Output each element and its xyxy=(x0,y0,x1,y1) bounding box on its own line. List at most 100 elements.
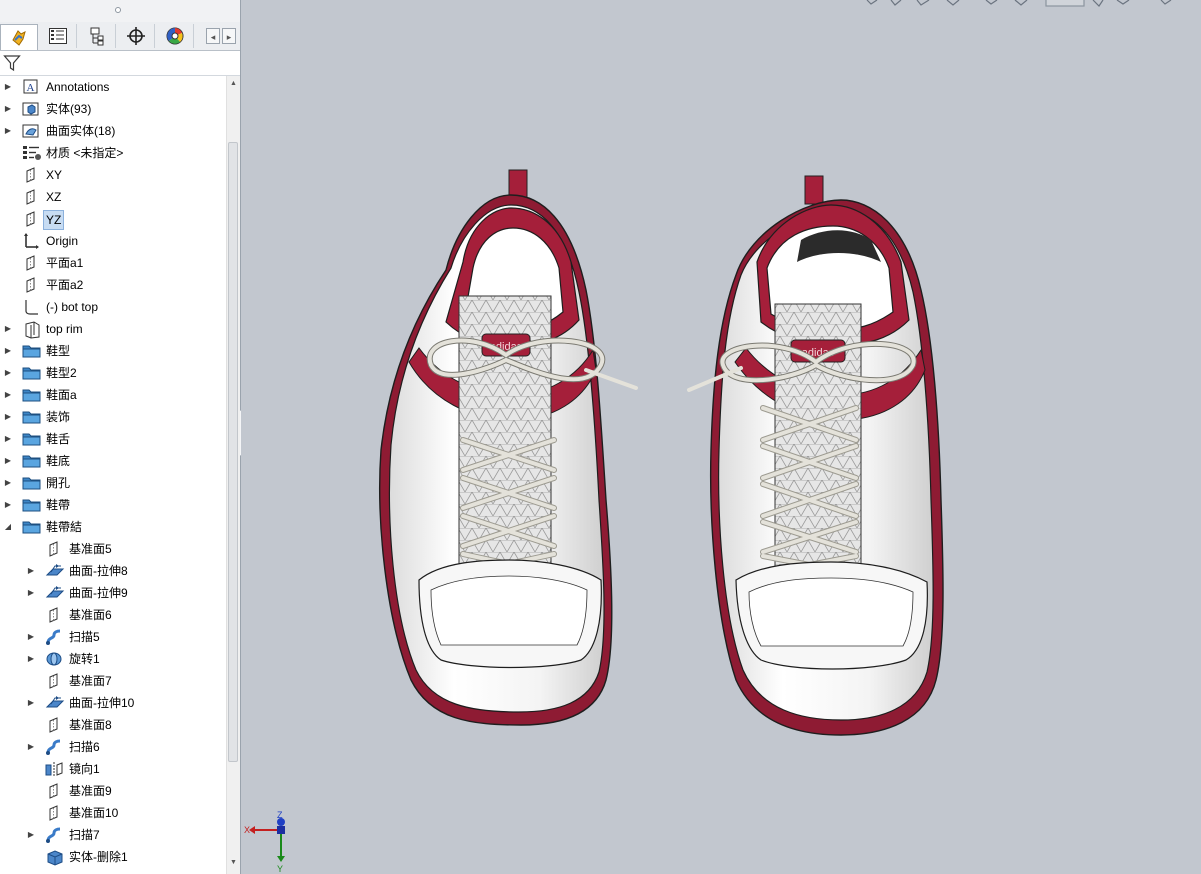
scrollbar-thumb[interactable] xyxy=(228,142,238,762)
scroll-down-arrow-icon[interactable]: ▼ xyxy=(229,859,238,869)
right-shoe[interactable]: adidas xyxy=(687,175,944,736)
left-shoe[interactable]: adidas xyxy=(379,169,638,726)
tree-item[interactable]: ▶ 曲面-拉伸10 xyxy=(0,692,226,714)
tree-item-label: 材质 <未指定> xyxy=(46,146,124,160)
tree-item[interactable]: 平面a1 xyxy=(0,252,226,274)
tab-dimxpert-manager[interactable] xyxy=(117,24,155,48)
left-heel-tab xyxy=(508,169,528,199)
folder-icon xyxy=(22,409,41,425)
tree-item[interactable]: Origin xyxy=(0,230,226,252)
collapsed-arrow-icon[interactable]: ▶ xyxy=(3,340,13,362)
tree-item[interactable]: 基准面7 xyxy=(0,670,226,692)
collapsed-arrow-icon[interactable]: ▶ xyxy=(26,692,36,714)
tree-item[interactable]: ▶ 扫描5 xyxy=(0,626,226,648)
tree-item[interactable]: ▶ 旋转1 xyxy=(0,648,226,670)
tree-item[interactable]: ▶ 鞋底 xyxy=(0,450,226,472)
collapsed-arrow-icon[interactable]: ▶ xyxy=(3,428,13,450)
collapsed-arrow-icon[interactable]: ▶ xyxy=(26,560,36,582)
tree-item-label: XZ xyxy=(46,190,62,204)
plane-icon xyxy=(45,541,63,557)
tree-item[interactable]: ▶ 扫描6 xyxy=(0,736,226,758)
tree-item[interactable]: ▶ 開孔 xyxy=(0,472,226,494)
collapsed-arrow-icon[interactable]: ▶ xyxy=(3,494,13,516)
tree-scrollbar[interactable]: ▲ ▼ xyxy=(226,76,240,874)
tree-item[interactable]: ▶ 装饰 xyxy=(0,406,226,428)
tree-item[interactable]: ▶ 鞋舌 xyxy=(0,428,226,450)
tree-item[interactable]: 基准面10 xyxy=(0,802,226,824)
expanded-arrow-icon[interactable]: ◢ xyxy=(3,516,13,538)
collapsed-arrow-icon[interactable]: ▶ xyxy=(3,384,13,406)
origin-icon xyxy=(22,233,40,249)
tree-item[interactable]: 基准面8 xyxy=(0,714,226,736)
tab-property-manager[interactable] xyxy=(39,24,77,48)
tree-item[interactable]: (-) bot top xyxy=(0,296,226,318)
tree-item[interactable]: ▶ 鞋帶 xyxy=(0,494,226,516)
tree-item[interactable]: 基准面9 xyxy=(0,780,226,802)
tree-item[interactable]: 基准面5 xyxy=(0,538,226,560)
tree-item[interactable]: ▶ 鞋面a xyxy=(0,384,226,406)
tab-feature-manager[interactable] xyxy=(0,24,38,50)
tab-scroll-right-button[interactable]: ▸ xyxy=(222,28,236,44)
tree-item[interactable]: XY xyxy=(0,164,226,186)
tree-filter-bar[interactable] xyxy=(0,51,240,76)
tree-item[interactable]: ▶ 曲面实体(18) xyxy=(0,120,226,142)
tree-item[interactable]: ▶ 曲面-拉伸8 xyxy=(0,560,226,582)
z-axis-label: Z xyxy=(277,810,283,820)
filter-icon[interactable] xyxy=(3,54,21,72)
collapsed-arrow-icon[interactable]: ▶ xyxy=(26,626,36,648)
collapsed-arrow-icon[interactable]: ▶ xyxy=(3,406,13,428)
tree-item[interactable]: ▶ 鞋型 xyxy=(0,340,226,362)
plane-icon xyxy=(45,783,63,799)
tree-item[interactable]: 材质 <未指定> xyxy=(0,142,226,164)
surface-extrude-icon xyxy=(45,585,65,601)
tree-item[interactable]: 实体-删除1 xyxy=(0,846,226,868)
tree-item[interactable]: ▶ top rim xyxy=(0,318,226,340)
tree-item[interactable]: ▶ 实体(93) xyxy=(0,98,226,120)
tree-item[interactable]: 基准面6 xyxy=(0,604,226,626)
tree-item-label: 曲面-拉伸10 xyxy=(69,696,135,710)
tree-item[interactable]: ▶ 扫描7 xyxy=(0,824,226,846)
tree-item-label: 鞋面a xyxy=(46,388,77,402)
grip-dot[interactable] xyxy=(115,7,121,13)
collapsed-arrow-icon[interactable]: ▶ xyxy=(26,648,36,670)
folder-icon xyxy=(22,453,41,469)
tree-item-label: 基准面8 xyxy=(69,718,112,732)
collapsed-arrow-icon[interactable]: ▶ xyxy=(3,76,13,98)
tree-item-label: 旋转1 xyxy=(69,652,100,666)
3d-sketch-icon xyxy=(22,321,40,339)
graphics-viewport[interactable]: adidas adidas X Y Z xyxy=(241,0,1201,874)
tab-overflow[interactable] xyxy=(195,24,205,48)
collapsed-arrow-icon[interactable]: ▶ xyxy=(3,472,13,494)
tree-item[interactable]: 镜向1 xyxy=(0,758,226,780)
collapsed-arrow-icon[interactable]: ▶ xyxy=(3,450,13,472)
right-toe-inner xyxy=(748,577,914,647)
collapsed-arrow-icon[interactable]: ▶ xyxy=(26,582,36,604)
tab-configuration-manager[interactable] xyxy=(78,24,116,48)
tree-item[interactable]: XZ xyxy=(0,186,226,208)
tree-item[interactable]: ▶ 鞋型2 xyxy=(0,362,226,384)
shoe-model-render[interactable]: adidas adidas X Y Z xyxy=(241,0,1201,874)
tree-item[interactable]: 平面a2 xyxy=(0,274,226,296)
collapsed-arrow-icon[interactable]: ▶ xyxy=(3,120,13,142)
collapsed-arrow-icon[interactable]: ▶ xyxy=(26,824,36,846)
chevron-right-icon: ▸ xyxy=(226,32,232,42)
folder-icon xyxy=(22,343,41,359)
tab-display-manager[interactable] xyxy=(156,24,194,48)
tree-item[interactable]: ◢ 鞋帶結 xyxy=(0,516,226,538)
tab-scroll-left-button[interactable]: ◂ xyxy=(206,28,220,44)
surface-extrude-icon xyxy=(45,695,65,711)
tree-item-label: Origin xyxy=(46,234,79,248)
folder-icon xyxy=(22,497,41,513)
collapsed-arrow-icon[interactable]: ▶ xyxy=(3,362,13,384)
tree-item[interactable]: YZ xyxy=(0,208,226,230)
panel-grip[interactable] xyxy=(0,0,240,23)
tree-item-label: 鞋底 xyxy=(46,454,71,468)
display-manager-icon xyxy=(166,27,183,45)
collapsed-arrow-icon[interactable]: ▶ xyxy=(3,318,13,340)
tree-item[interactable]: ▶ 曲面-拉伸9 xyxy=(0,582,226,604)
tree-item-label: 平面a2 xyxy=(46,278,84,292)
collapsed-arrow-icon[interactable]: ▶ xyxy=(3,98,13,120)
scroll-up-arrow-icon[interactable]: ▲ xyxy=(229,80,238,90)
tree-item[interactable]: ▶ A Annotations xyxy=(0,76,226,98)
collapsed-arrow-icon[interactable]: ▶ xyxy=(26,736,36,758)
